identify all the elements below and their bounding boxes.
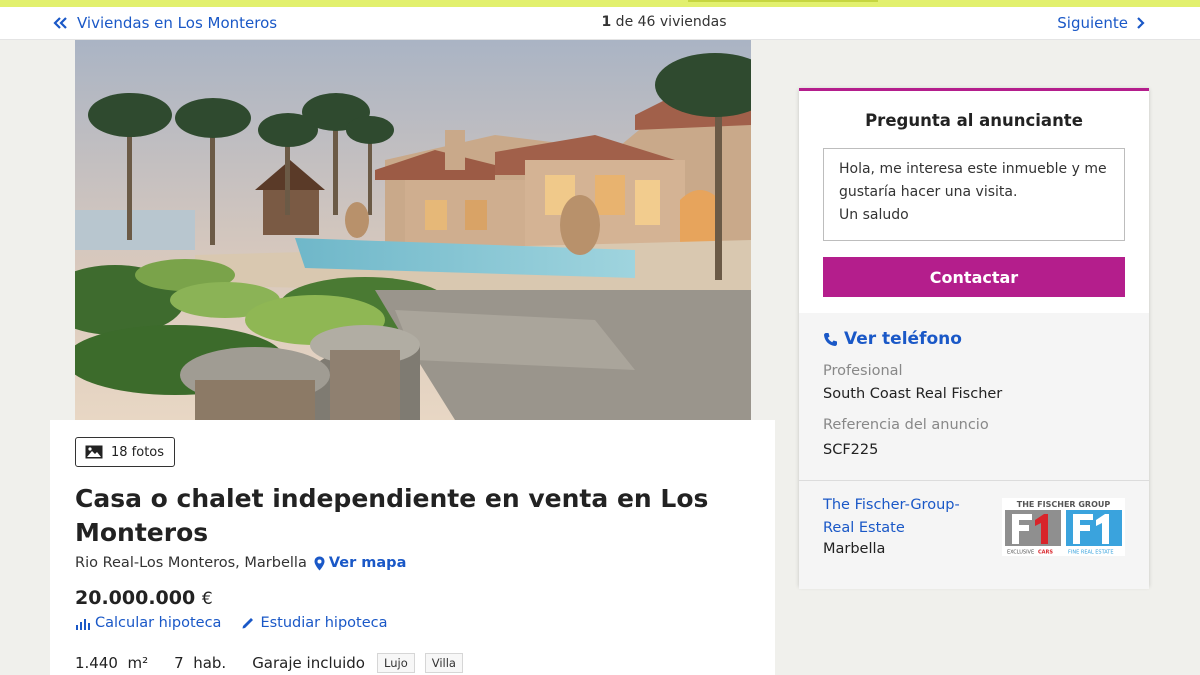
listing-counter: 1 de 46 viviendas — [0, 14, 1200, 30]
features-row: 1.440 m² 7 hab. Garaje incluido Lujo Vil… — [75, 653, 473, 673]
location-text: Rio Real-Los Monteros, Marbella — [75, 555, 307, 571]
contact-form-title: Pregunta al anunciante — [865, 111, 1083, 130]
tag-villa: Villa — [424, 653, 463, 673]
message-textarea[interactable]: Hola, me interesa este inmueble y me gus… — [823, 148, 1125, 241]
agency-city: Marbella — [823, 541, 886, 557]
chevron-right-icon — [1137, 17, 1145, 29]
listing-title: Casa o chalet independiente en venta en … — [75, 484, 709, 547]
contact-advertiser-card: Pregunta al anunciante Hola, me interesa… — [799, 88, 1149, 589]
listing-details-panel: 18 fotos Casa o chalet independiente en … — [50, 420, 775, 675]
phone-icon — [824, 332, 837, 346]
agency-name-line2: Real Estate — [823, 520, 905, 536]
divider — [799, 480, 1149, 481]
tag-luxury: Lujo — [377, 653, 415, 673]
study-mortgage-link[interactable]: Estudiar hipoteca — [241, 615, 388, 631]
calculate-mortgage-label: Calcular hipoteca — [95, 615, 222, 631]
view-map-label: Ver mapa — [328, 555, 407, 571]
reference-value: SCF225 — [823, 442, 879, 458]
view-phone-label: Ver teléfono — [844, 329, 962, 349]
listing-navigation-bar: Viviendas en Los Monteros 1 de 46 vivien… — [0, 7, 1200, 40]
villa-photo-illustration — [75, 40, 751, 420]
map-pin-icon — [314, 556, 325, 570]
professional-name: South Coast Real Fischer — [823, 386, 1003, 402]
logo-bottom-right-text: FINE REAL ESTATE — [1068, 550, 1114, 556]
next-listing-link[interactable]: Siguiente — [1057, 14, 1145, 32]
pencil-icon — [242, 618, 254, 629]
price-value: 20.000.000 — [75, 587, 196, 609]
logo-bottom-mid-text: CARS — [1038, 550, 1053, 556]
listing-location: Rio Real-Los Monteros, Marbella Ver mapa — [75, 555, 406, 571]
view-map-link[interactable]: Ver mapa — [314, 555, 407, 571]
listing-counter-total: de 46 viviendas — [611, 14, 727, 30]
photo-left-margin — [50, 40, 75, 420]
agency-name-line1: The Fischer-Group- — [823, 497, 960, 513]
next-link-label: Siguiente — [1057, 14, 1128, 32]
top-accent-strip — [0, 0, 1200, 7]
professional-label: Profesional — [823, 363, 903, 379]
reference-label: Referencia del anuncio — [823, 417, 989, 433]
price-currency: € — [201, 589, 213, 609]
contact-form-section: Pregunta al anunciante Hola, me interesa… — [799, 91, 1149, 313]
fischer-group-logo-graphic: THE FISCHER GROUP EXCLUSIVE CARS FINE RE… — [1005, 500, 1122, 556]
top-accent-strip-dark — [688, 0, 878, 2]
mortgage-links: Calcular hipoteca Estudiar hipoteca — [75, 615, 408, 631]
calculate-mortgage-link[interactable]: Calcular hipoteca — [75, 615, 221, 631]
image-icon — [85, 445, 103, 459]
feature-garage: Garaje incluido — [252, 654, 365, 672]
logo-bottom-left-text: EXCLUSIVE — [1007, 550, 1034, 556]
listing-counter-current: 1 — [601, 14, 612, 30]
logo-top-text: THE FISCHER GROUP — [1017, 500, 1111, 509]
main-photo[interactable] — [75, 40, 751, 420]
advertiser-info-section: Ver teléfono Profesional South Coast Rea… — [799, 313, 1149, 589]
contact-button[interactable]: Contactar — [823, 257, 1125, 297]
agency-logo[interactable]: THE FISCHER GROUP EXCLUSIVE CARS FINE RE… — [1002, 498, 1125, 556]
bar-chart-icon — [76, 618, 90, 630]
listing-price: 20.000.000 € — [75, 587, 213, 609]
feature-area: 1.440 m² — [75, 654, 149, 672]
study-mortgage-label: Estudiar hipoteca — [260, 615, 388, 631]
photos-count-label: 18 fotos — [111, 444, 165, 460]
photos-button[interactable]: 18 fotos — [75, 437, 175, 467]
agency-name-link[interactable]: The Fischer-Group- Real Estate — [823, 494, 960, 540]
view-phone-link[interactable]: Ver teléfono — [823, 329, 962, 349]
feature-rooms: 7 hab. — [174, 654, 227, 672]
